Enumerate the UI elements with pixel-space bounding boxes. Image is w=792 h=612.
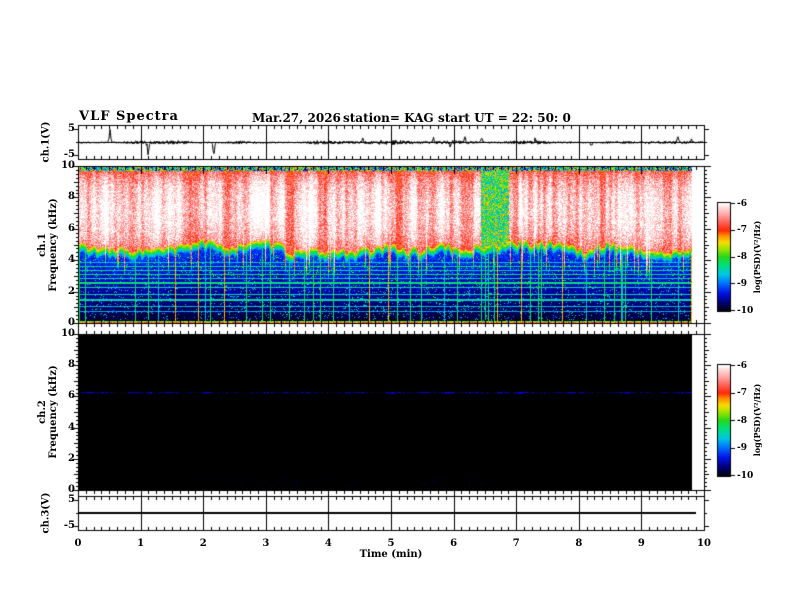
freq-y-tick-label: 6: [68, 222, 75, 234]
colorbar-tick-label: -6: [737, 198, 747, 209]
ch1-label-line1: ch.1: [37, 233, 48, 257]
date-label: Mar.27, 2026: [252, 111, 341, 125]
freq-y-tick-label: 2: [68, 285, 75, 297]
x-tick-label: 0: [74, 538, 82, 549]
freq-y-tick-label: 10: [61, 160, 75, 171]
x-tick-label: 8: [575, 538, 583, 549]
freq-y-tick-label: 6: [68, 390, 75, 402]
colorbar-tick-label: -9: [737, 278, 747, 289]
start-ut-label: start UT = 22: 50: 0: [438, 111, 571, 125]
volt-y-tick-label: -5: [63, 520, 75, 531]
freq-y-tick-label: 4: [68, 254, 75, 266]
colorbar-tick-label: -7: [737, 225, 747, 236]
page-title: VLF Spectra: [79, 109, 179, 124]
colorbar-tick-label: -8: [737, 415, 747, 426]
colorbar-tick-label: -10: [737, 470, 754, 481]
x-tick-label: 1: [137, 538, 145, 549]
x-tick-label: 2: [199, 538, 207, 549]
ch2-label-line2: Frequency (kHz): [48, 365, 59, 459]
x-tick-label: 7: [512, 538, 520, 549]
freq-y-tick-label: 0: [68, 317, 75, 328]
x-tick-label: 3: [262, 538, 270, 549]
freq-y-tick-label: 2: [68, 452, 75, 464]
freq-y-tick-label: 8: [68, 359, 75, 371]
spectrogram-plot-canvas: [0, 0, 792, 612]
freq-y-tick-label: 4: [68, 421, 75, 433]
x-tick-label: 5: [387, 538, 395, 549]
colorbar-tick-label: -9: [737, 443, 747, 453]
station-label: station= KAG: [343, 111, 434, 125]
ch2-frequency-axis-title: ch.2 Frequency (kHz): [37, 365, 59, 458]
volt-y-tick-label: 5: [68, 494, 75, 505]
x-tick-label: 10: [697, 538, 711, 549]
x-tick-label: 6: [450, 538, 458, 549]
ch1-frequency-axis-title: ch.1 Frequency (kHz): [37, 198, 59, 291]
colorbar-tick-label: -10: [737, 305, 754, 316]
x-tick-label: 9: [637, 538, 645, 549]
volt-y-tick-label: 5: [68, 123, 75, 134]
ch2-label-line1: ch.2: [37, 400, 48, 424]
freq-y-tick-label: 10: [61, 328, 75, 339]
colorbar1-unit-label: log(PSD)(V²/Hz): [752, 220, 762, 294]
colorbar-tick-label: -6: [737, 360, 747, 371]
ch1-label-line2: Frequency (kHz): [48, 198, 59, 292]
colorbar-tick-label: -8: [737, 252, 747, 262]
vlf-spectra-figure: VLF Spectra Mar.27, 2026 station= KAG st…: [0, 0, 792, 612]
colorbar-tick-label: -7: [737, 388, 747, 398]
freq-y-tick-label: 0: [68, 484, 75, 495]
freq-y-tick-label: 8: [68, 191, 75, 203]
volt-y-tick-label: -5: [63, 149, 75, 160]
x-tick-label: 4: [324, 538, 332, 549]
colorbar2-unit-label: log(PSD)(V²/Hz): [752, 383, 762, 457]
time-axis-title: Time (min): [359, 549, 423, 560]
